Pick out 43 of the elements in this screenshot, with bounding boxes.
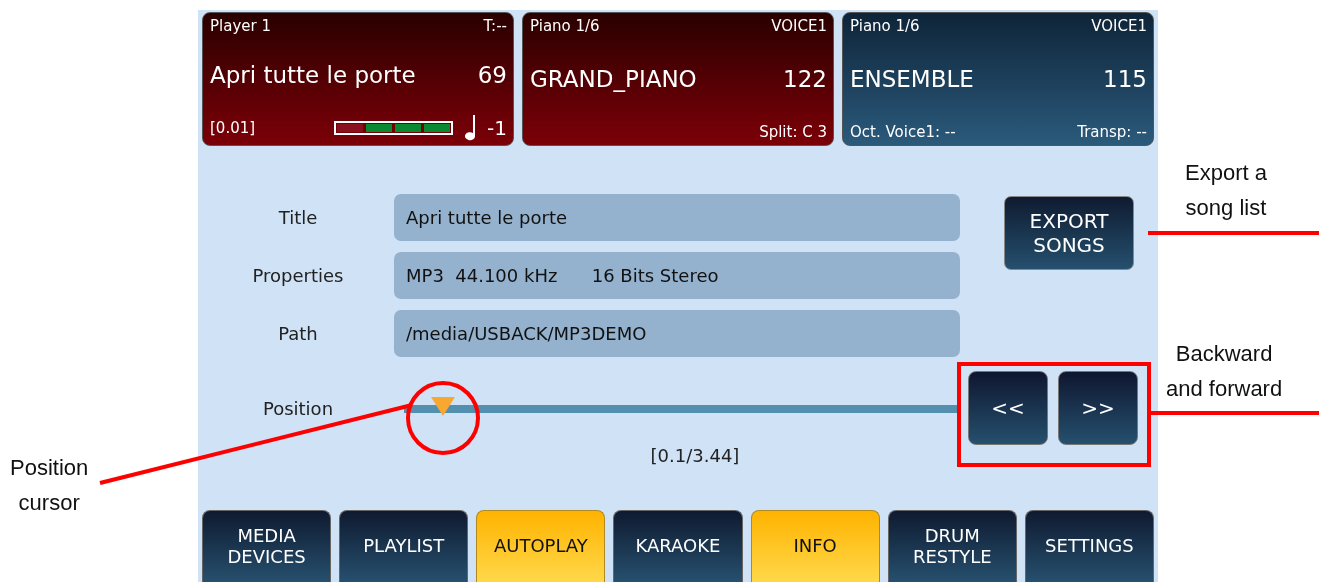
card-tag: T:-- [483,17,507,35]
card-value: -1 [487,116,507,140]
card-label: Piano 1/6 [850,17,920,35]
card-value: 122 [783,66,827,92]
skip-button[interactable]: << [968,371,1048,445]
tab[interactable]: PLAYLIST [339,510,469,582]
skip-button[interactable]: >> [1058,371,1138,445]
card-label: Piano 1/6 [530,17,600,35]
card-value: 69 [477,62,507,88]
annotation-text: Export a song list [1185,159,1267,223]
card-title: ENSEMBLE [850,66,974,92]
slider-thumb[interactable] [429,395,456,417]
position-reading: [0.1/3.44] [649,445,741,466]
card-label: Player 1 [210,17,271,35]
tab[interactable]: KARAOKE [613,510,743,582]
field-label: Title [277,207,319,228]
card-info: [0.01] [210,119,256,137]
annotation-text: Backward and forward [1166,340,1283,404]
tab[interactable]: DRUM RESTYLE [887,510,1017,582]
voice-card[interactable]: Piano 1/6 VOICE1 ENSEMBLE 115 Oct. Voice1: -- Transp: -- [842,12,1154,146]
card-title: GRAND_PIANO [530,66,697,92]
tab[interactable]: AUTOPLAY [476,510,606,582]
info-field: /media/USBACK/MP3DEMO [394,310,960,357]
field-label: Properties [251,265,345,286]
annotation-text: Position cursor [10,454,89,518]
voice-card[interactable]: Piano 1/6 VOICE1 GRAND_PIANO 122 Split: C 3 [522,12,834,146]
field-label: Position [261,397,335,419]
tab[interactable]: INFO [750,510,880,582]
tab[interactable]: SETTINGS [1024,510,1154,582]
tab[interactable]: MEDIA DEVICES [202,510,332,582]
card-info: Transp: -- [1077,123,1147,141]
card-info: Split: C 3 [759,123,827,141]
export-songs-button[interactable]: EXPORT SONGS [1004,196,1134,270]
voice-card[interactable]: Player 1 T:-- Apri tutte le porte 69 [0.01] -1 [202,12,514,146]
field-label: Path [277,323,319,344]
info-field: MP3 44.100 kHz 16 Bits Stereo [394,252,960,299]
note-icon [463,115,478,141]
card-tag: VOICE1 [771,17,827,35]
card-value: 115 [1103,66,1147,92]
card-title: Apri tutte le porte [210,62,416,88]
card-tag: VOICE1 [1091,17,1147,35]
info-field: Apri tutte le porte [394,194,960,241]
card-info: Oct. Voice1: -- [850,123,956,141]
